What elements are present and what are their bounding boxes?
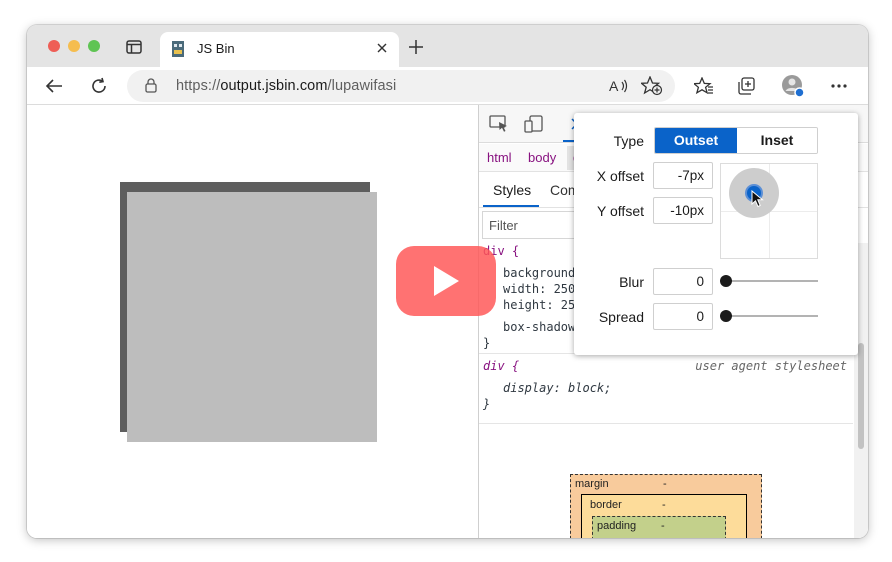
spread-slider[interactable]: [720, 310, 818, 322]
url-path: /lupawifasi: [327, 78, 397, 94]
close-icon[interactable]: [374, 40, 390, 56]
address-bar[interactable]: https://output.jsbin.com/lupawifasi A: [127, 70, 675, 102]
back-icon[interactable]: [42, 74, 66, 98]
profile-icon[interactable]: [781, 74, 805, 98]
scrollbar-thumb[interactable]: [858, 343, 864, 449]
jsbin-favicon-icon: [171, 41, 185, 57]
url-text[interactable]: https://output.jsbin.com/lupawifasi: [176, 78, 396, 94]
blur-input[interactable]: 0: [653, 268, 713, 295]
device-icon[interactable]: [523, 114, 545, 134]
x-offset-input[interactable]: -7px: [653, 162, 713, 189]
refresh-icon[interactable]: [87, 74, 111, 98]
rule-line[interactable]: box-shadow:: [503, 320, 582, 334]
box-shadow-editor: Type Outset Inset X offset -7px Y offset…: [574, 113, 858, 355]
tab-actions-icon[interactable]: [123, 37, 145, 57]
add-favorite-icon[interactable]: [639, 75, 663, 96]
close-window-button[interactable]: [48, 40, 60, 52]
favorites-icon[interactable]: [692, 74, 716, 98]
padding-value[interactable]: -: [661, 520, 665, 532]
maximize-window-button[interactable]: [88, 40, 100, 52]
box-model-padding[interactable]: padding -: [592, 516, 726, 538]
styled-div[interactable]: [127, 192, 377, 442]
offset-vector-pad[interactable]: [720, 163, 818, 259]
breadcrumb-html[interactable]: html: [487, 150, 512, 165]
rule-line: display: block;: [503, 381, 612, 395]
y-offset-input[interactable]: -10px: [653, 197, 713, 224]
url-scheme: https://: [176, 78, 221, 94]
border-label: border: [590, 499, 622, 511]
x-offset-label: X offset: [596, 168, 644, 184]
tab-title: JS Bin: [197, 41, 235, 56]
tab-bar: JS Bin: [27, 25, 868, 68]
rule-source[interactable]: user agent stylesheet: [695, 359, 847, 373]
read-aloud-icon[interactable]: A: [607, 76, 629, 96]
svg-text:A: A: [609, 78, 619, 94]
blur-slider-knob[interactable]: [720, 275, 732, 287]
box-model-border[interactable]: border - padding -: [581, 494, 747, 538]
url-host: output.jsbin.com: [220, 78, 328, 94]
type-toggle: Outset Inset: [654, 127, 818, 154]
margin-label: margin: [575, 478, 609, 490]
blur-label: Blur: [619, 274, 644, 290]
outset-button[interactable]: Outset: [655, 128, 737, 153]
minimize-window-button[interactable]: [68, 40, 80, 52]
mouse-pointer-icon: [751, 189, 765, 211]
more-icon[interactable]: [827, 74, 851, 98]
plus-icon[interactable]: [407, 38, 425, 56]
tab-jsbin[interactable]: JS Bin: [160, 32, 399, 68]
border-value[interactable]: -: [662, 499, 666, 511]
breadcrumb-body[interactable]: body: [528, 150, 556, 165]
tab-styles[interactable]: Styles: [493, 182, 531, 198]
spread-slider-knob[interactable]: [720, 310, 732, 322]
y-offset-label: Y offset: [597, 203, 644, 219]
inset-button[interactable]: Inset: [737, 128, 817, 153]
browser-toolbar: https://output.jsbin.com/lupawifasi A: [27, 67, 868, 105]
spread-input[interactable]: 0: [653, 303, 713, 330]
margin-value[interactable]: -: [663, 478, 667, 490]
inspect-icon[interactable]: [488, 114, 510, 134]
rule-selector: div {: [483, 359, 520, 373]
page-viewport: [27, 105, 478, 538]
padding-label: padding: [597, 520, 637, 532]
collections-icon[interactable]: [736, 74, 760, 98]
rule-close-brace: }: [483, 397, 491, 411]
box-model-margin[interactable]: margin - border - padding -: [570, 474, 762, 538]
type-label: Type: [613, 133, 644, 149]
play-icon[interactable]: [396, 246, 496, 316]
css-rule-user-agent: div { user agent stylesheet display: blo…: [479, 356, 853, 424]
lock-icon[interactable]: [145, 78, 157, 98]
rule-close-brace: }: [483, 336, 491, 350]
spread-label: Spread: [598, 309, 644, 325]
blur-slider[interactable]: [720, 275, 818, 287]
styles-tab-indicator: [483, 205, 539, 207]
